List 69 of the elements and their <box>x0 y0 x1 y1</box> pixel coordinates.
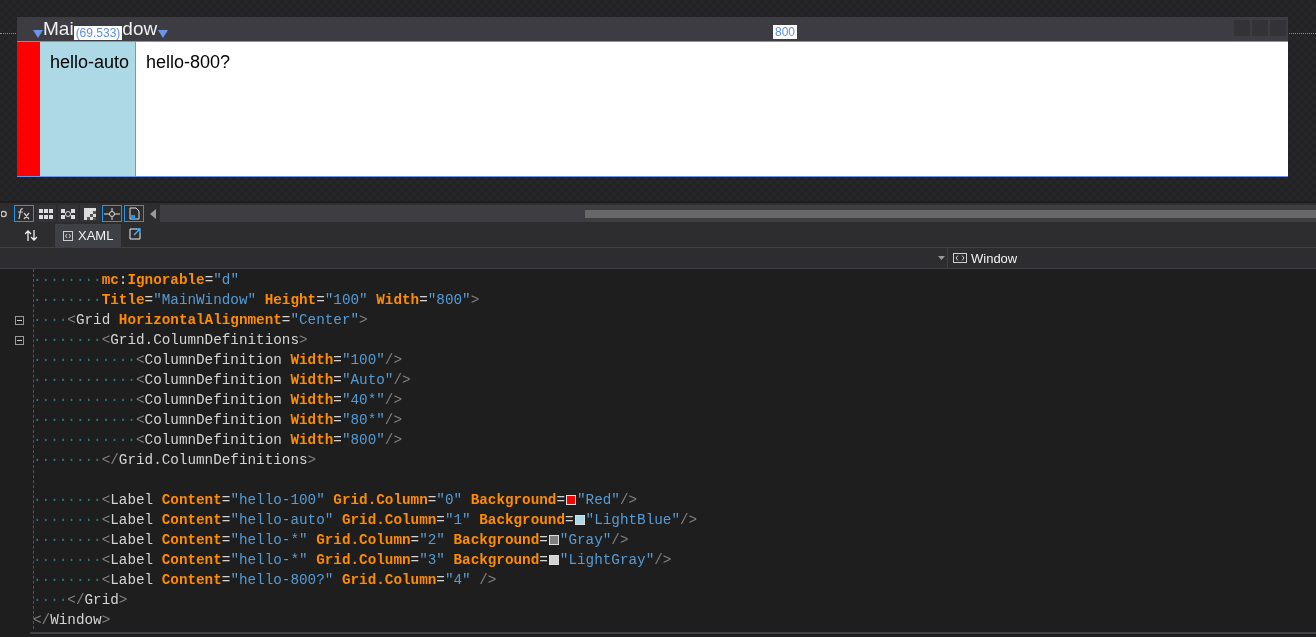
toolbar-button[interactable] <box>80 205 100 222</box>
code-text: <Label Content="hello-100" Grid.Column="0" Background= <box>101 492 566 508</box>
whitespace-dots: ········ <box>33 332 102 348</box>
collapse-icon[interactable] <box>15 335 24 345</box>
code-text: </Grid.ColumnDefinitions> <box>101 452 317 468</box>
code-icon <box>953 253 967 263</box>
caret-icon <box>938 256 945 260</box>
whitespace-dots: ···· <box>33 312 68 328</box>
checkerboard-icon <box>84 207 96 220</box>
window-title: dow <box>122 17 158 41</box>
collapse-icon[interactable] <box>15 315 24 325</box>
ruler-label: (69.533) <box>73 26 123 40</box>
whitespace-dots: ········ <box>33 572 102 588</box>
whitespace-dots: ········ <box>33 512 102 528</box>
code-text: <ColumnDefinition Width="800"/> <box>135 432 402 448</box>
code-icon <box>63 230 73 241</box>
toolbar-button[interactable] <box>14 205 34 222</box>
ruler-label: 800 <box>773 25 798 39</box>
toolbar-button[interactable] <box>102 205 122 222</box>
whitespace-dots: ········ <box>33 532 102 548</box>
whitespace-dots: ········ <box>33 272 102 288</box>
whitespace-dots: ············ <box>33 432 136 448</box>
swap-icon[interactable] <box>25 230 37 241</box>
whitespace-dots: ············ <box>33 392 136 408</box>
code-text: </Grid> <box>67 592 128 608</box>
refresh-icon <box>1 208 8 219</box>
document-icon <box>128 207 140 220</box>
code-text: <Label Content="hello-auto" Grid.Column="1" Background= <box>101 512 574 528</box>
code-text: <Label Content="hello-800?" Grid.Column="4" /> <box>101 572 497 588</box>
code-text: <ColumnDefinition Width="40*"/> <box>135 392 402 408</box>
pop-out-icon[interactable] <box>129 228 142 240</box>
whitespace-dots: ············ <box>33 412 136 428</box>
code-text: <Grid HorizontalAlignment="Center"> <box>67 312 368 328</box>
horizontal-scrollbar[interactable] <box>160 205 1316 222</box>
code-text: "Red"/> <box>577 492 638 508</box>
code-text: <ColumnDefinition Width="Auto"/> <box>135 372 411 388</box>
toolbar-button[interactable] <box>36 205 56 222</box>
tab[interactable]: XAML <box>55 224 122 247</box>
toolbar-button[interactable] <box>124 205 144 222</box>
toolbar-button[interactable] <box>58 205 78 222</box>
code-text: <ColumnDefinition Width="80*"/> <box>135 412 402 428</box>
code-text: <Grid.ColumnDefinitions> <box>101 332 308 348</box>
column-marker-icon <box>33 30 43 38</box>
code-text: Title="MainWindow" Height="100" Width="800"> <box>101 292 480 308</box>
function-icon <box>16 207 32 220</box>
column-marker-icon <box>158 30 169 38</box>
code-text: <Label Content="hello-*" Grid.Column="3" Background= <box>101 552 548 568</box>
code-text: <ColumnDefinition Width="100"/> <box>135 352 402 368</box>
code-text: "LightBlue"/> <box>585 512 698 528</box>
grid-icon <box>39 208 53 219</box>
code-text: "Gray"/> <box>559 532 629 548</box>
whitespace-dots: ········ <box>33 452 102 468</box>
grid-column-label: hello-auto <box>40 42 137 176</box>
grid-column-label: hello-800? <box>136 42 1288 176</box>
scroll-left-icon[interactable] <box>150 208 156 219</box>
code-text: <Label Content="hello-*" Grid.Column="2" Background= <box>101 532 548 548</box>
window-title: Mai <box>43 17 74 41</box>
whitespace-dots: ···· <box>33 592 68 608</box>
whitespace-dots: ········ <box>33 552 102 568</box>
code-text: "LightGray"/> <box>559 552 672 568</box>
crosshair-icon <box>104 207 120 220</box>
whitespace-dots: ············ <box>33 372 136 388</box>
element-dropdown[interactable]: Window <box>948 248 1018 268</box>
code-text: </Window> <box>33 612 111 628</box>
whitespace-dots: ········ <box>33 492 102 508</box>
whitespace-dots: ········ <box>33 292 102 308</box>
code-text: mc:Ignorable="d" <box>101 272 239 288</box>
whitespace-dots: ············ <box>33 352 136 368</box>
snap-grid-icon <box>61 208 75 219</box>
